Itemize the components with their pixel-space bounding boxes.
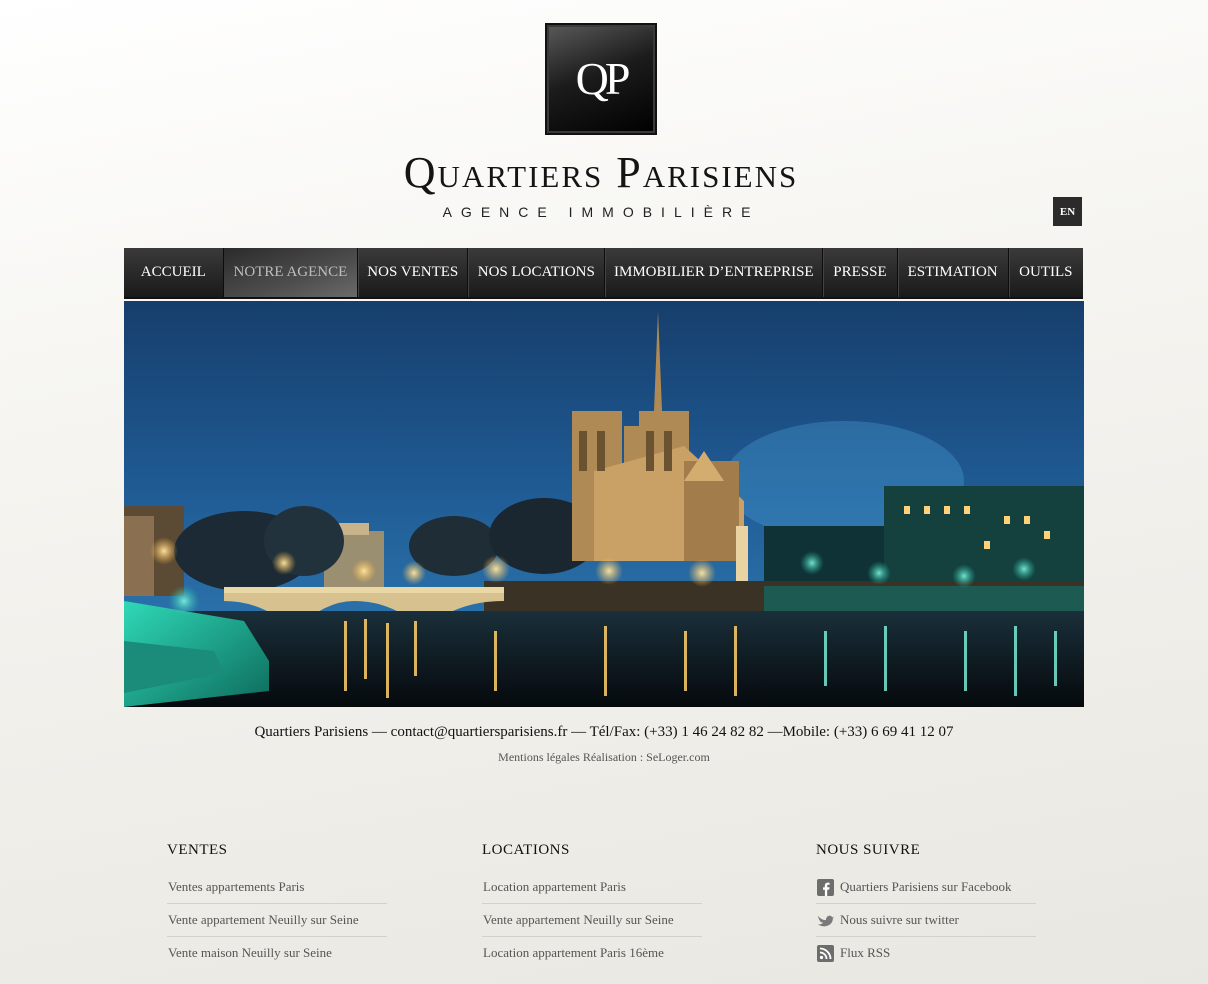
footer-link[interactable]: Vente maison Neuilly sur Seine: [167, 937, 387, 969]
realisation-link[interactable]: Réalisation : SeLoger.com: [583, 750, 710, 764]
nav-item-outils[interactable]: OUTILS: [1009, 248, 1083, 297]
footer-locations-title: LOCATIONS: [482, 842, 570, 858]
main-navigation: ACCUEIL NOTRE AGENCE NOS VENTES NOS LOCA…: [124, 248, 1083, 299]
footer-locations: LOCATIONS Location appartement Paris Ven…: [482, 842, 702, 969]
language-switch-button[interactable]: EN: [1053, 197, 1082, 226]
rss-link[interactable]: Flux RSS: [816, 937, 1036, 969]
footer-ventes-title: VENTES: [167, 842, 228, 858]
footer-link[interactable]: Vente appartement Neuilly sur Seine: [167, 904, 387, 937]
logo-monogram[interactable]: QP: [545, 23, 657, 135]
footer-social-title: NOUS SUIVRE: [816, 842, 921, 858]
twitter-link[interactable]: Nous suivre sur twitter: [816, 904, 1036, 937]
logo-monogram-text: QP: [575, 53, 631, 104]
twitter-bird-icon: [817, 912, 834, 929]
footer-social: NOUS SUIVRE Quartiers Parisiens sur Face…: [816, 842, 1036, 969]
legal-links: Mentions légales Réalisation : SeLoger.c…: [0, 750, 1208, 765]
footer-ventes: VENTES Ventes appartements Paris Vente a…: [167, 842, 387, 969]
nav-item-nos-locations[interactable]: NOS LOCATIONS: [468, 248, 606, 297]
twitter-label: Nous suivre sur twitter: [840, 912, 959, 927]
rss-icon: [817, 944, 834, 962]
footer-link[interactable]: Vente appartement Neuilly sur Seine: [482, 904, 702, 937]
rss-label: Flux RSS: [840, 945, 891, 960]
footer-link[interactable]: Location appartement Paris 16ème: [482, 937, 702, 969]
nav-item-nos-ventes[interactable]: NOS VENTES: [358, 248, 469, 297]
facebook-link[interactable]: Quartiers Parisiens sur Facebook: [816, 871, 1036, 904]
nav-item-presse[interactable]: PRESSE: [823, 248, 898, 297]
nav-item-immobilier-entreprise[interactable]: IMMOBILIER D’ENTREPRISE: [605, 248, 824, 297]
hero-image-notre-dame: [124, 301, 1084, 707]
nav-item-notre-agence[interactable]: NOTRE AGENCE: [223, 248, 359, 297]
mentions-legales-link[interactable]: Mentions légales: [498, 750, 580, 764]
contact-line[interactable]: Quartiers Parisiens — contact@quartiersp…: [0, 724, 1208, 741]
facebook-label: Quartiers Parisiens sur Facebook: [840, 879, 1012, 894]
footer-link[interactable]: Location appartement Paris: [482, 871, 702, 904]
brand-subtitle: AGENCE IMMOBILIÈRE: [442, 204, 760, 220]
nav-item-accueil[interactable]: ACCUEIL: [124, 248, 224, 297]
footer-link[interactable]: Ventes appartements Paris: [167, 871, 387, 904]
facebook-icon: [817, 878, 834, 896]
nav-item-estimation[interactable]: ESTIMATION: [898, 248, 1009, 297]
brand-name[interactable]: Quartiers Parisiens: [300, 151, 902, 195]
